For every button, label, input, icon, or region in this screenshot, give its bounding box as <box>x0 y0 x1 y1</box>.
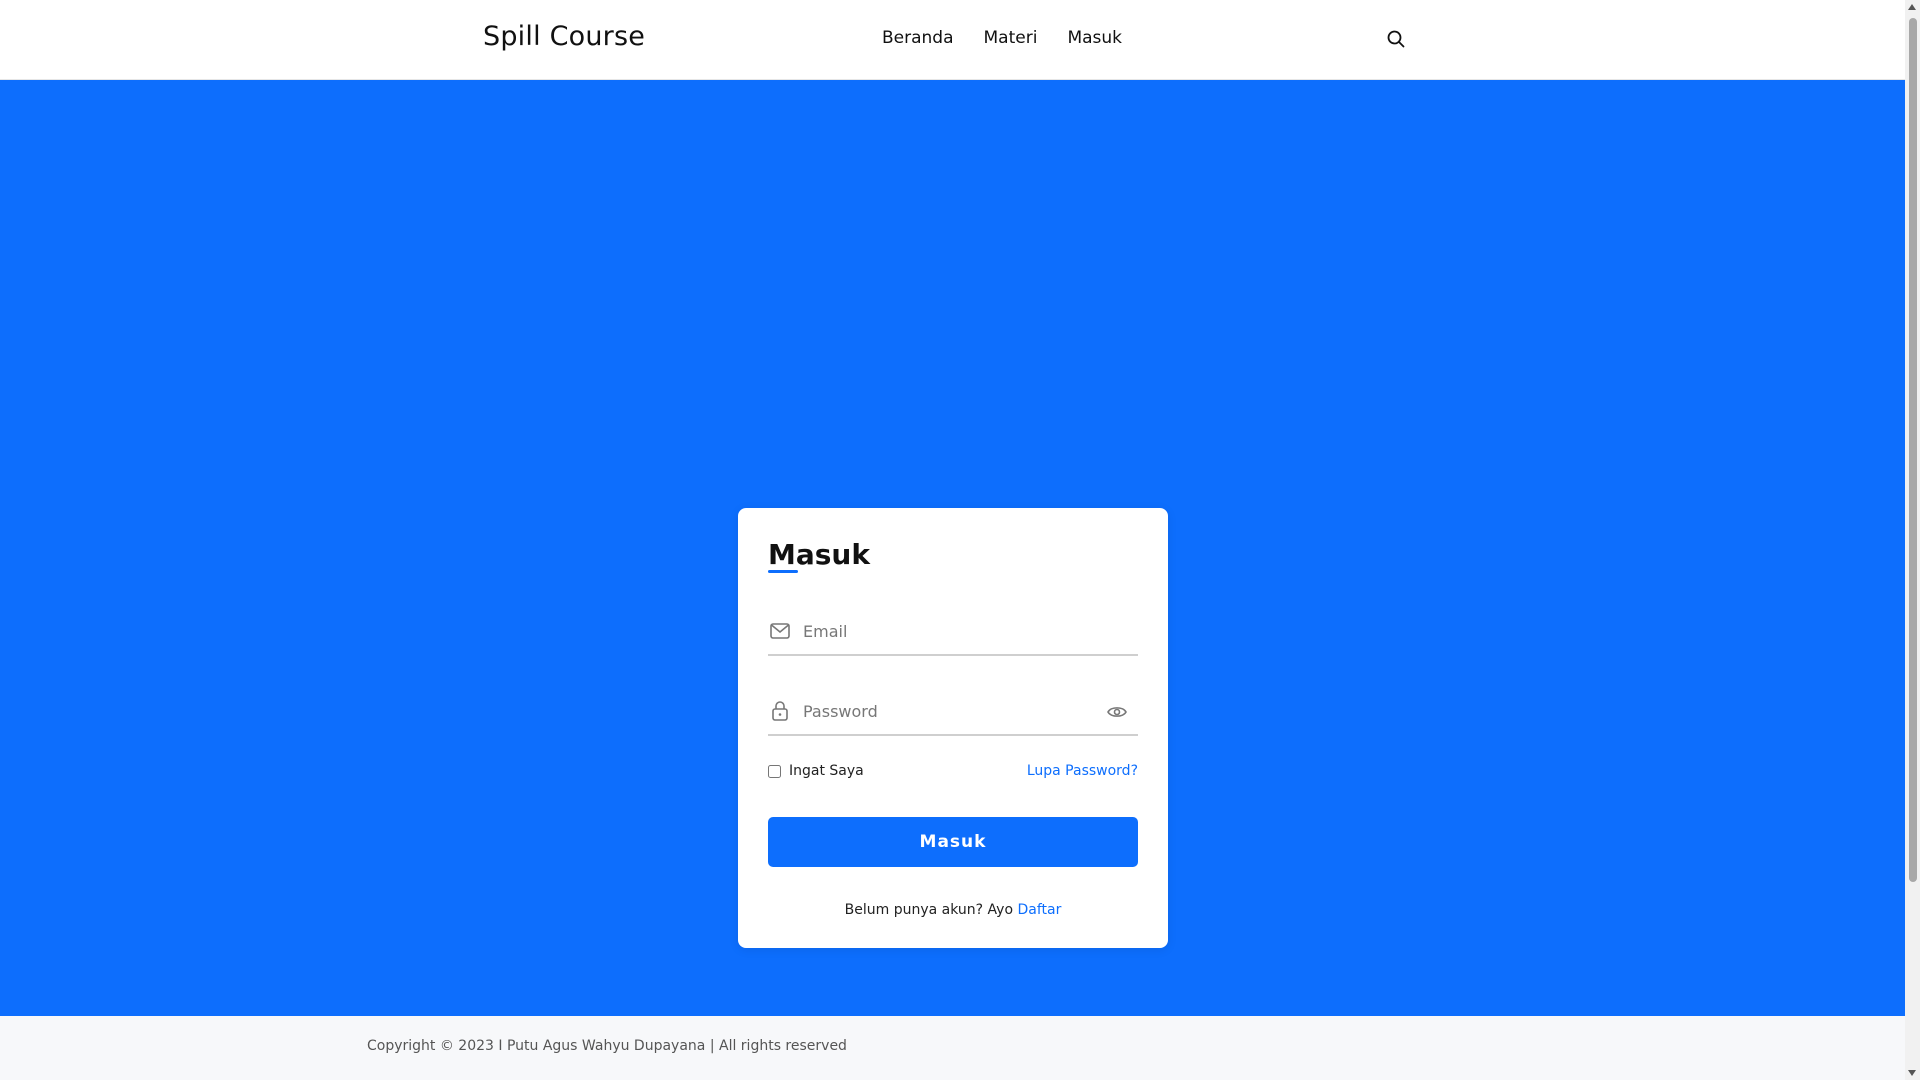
register-prompt-text: Belum punya akun? Ayo <box>844 902 1014 918</box>
remember-me[interactable]: Ingat Saya <box>768 763 864 779</box>
envelope-icon <box>769 620 791 642</box>
lock-icon <box>769 700 791 722</box>
search-icon <box>1387 30 1405 48</box>
page: Spill Course Beranda Materi Masuk Masuk <box>0 0 1905 1080</box>
email-field-group <box>768 608 1138 656</box>
nav-item-beranda[interactable]: Beranda <box>882 28 954 48</box>
remember-me-label: Ingat Saya <box>789 763 864 779</box>
search-button[interactable] <box>1384 27 1408 51</box>
login-options-row: Ingat Saya Lupa Password? <box>768 760 1138 782</box>
scroll-thumb[interactable] <box>1909 18 1917 882</box>
main-nav: Beranda Materi Masuk <box>882 28 1122 48</box>
remember-me-checkbox[interactable] <box>768 764 781 778</box>
email-input[interactable] <box>803 616 1093 646</box>
brand-logo[interactable]: Spill Course <box>483 21 645 52</box>
login-title: Masuk <box>768 538 870 571</box>
site-header: Spill Course Beranda Materi Masuk <box>0 0 1905 80</box>
copyright-text: Copyright © 2023 I Putu Agus Wahyu Dupay… <box>367 1038 847 1054</box>
forgot-password-link[interactable]: Lupa Password? <box>1027 763 1138 779</box>
hero-section: Masuk Email Ingat Saya Lupa Password? Ma… <box>0 80 1905 1016</box>
register-prompt: Belum punya akun? Ayo Daftar <box>738 902 1168 918</box>
site-footer: Copyright © 2023 I Putu Agus Wahyu Dupay… <box>0 1016 1905 1080</box>
title-underline <box>768 570 798 573</box>
nav-item-materi[interactable]: Materi <box>984 28 1038 48</box>
show-password-toggle[interactable] <box>1106 701 1128 723</box>
scroll-up-arrow-icon[interactable] <box>1908 4 1916 10</box>
register-link[interactable]: Daftar <box>1017 902 1061 918</box>
vertical-scrollbar[interactable] <box>1905 0 1920 1080</box>
nav-item-masuk[interactable]: Masuk <box>1067 28 1122 48</box>
eye-icon <box>1107 707 1127 717</box>
password-input[interactable] <box>803 696 1093 726</box>
login-card: Masuk Email Ingat Saya Lupa Password? Ma… <box>738 508 1168 948</box>
login-submit-button[interactable]: Masuk <box>768 817 1138 867</box>
password-field-group <box>768 688 1138 736</box>
scroll-down-arrow-icon[interactable] <box>1908 1070 1916 1076</box>
